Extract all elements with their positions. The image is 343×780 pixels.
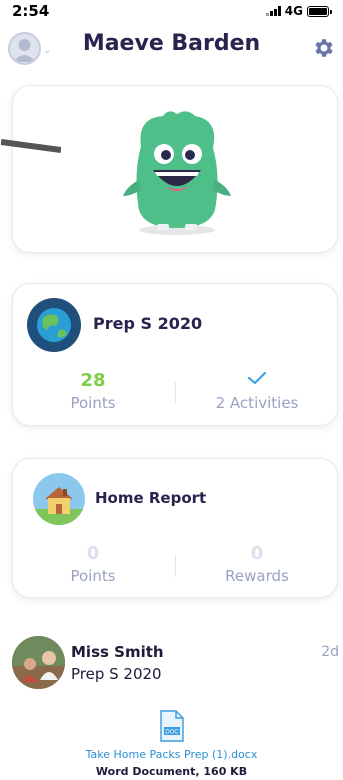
- story-post[interactable]: Miss Smith Prep S 2020 2d: [12, 636, 343, 696]
- home-rewards-stat[interactable]: 0 Rewards: [177, 543, 337, 585]
- home-points-value: 0: [86, 543, 100, 564]
- globe-icon: [27, 298, 81, 352]
- class-points-value: 28: [80, 370, 106, 391]
- class-activities-stat[interactable]: 2 Activities: [177, 370, 337, 412]
- signal-icon: [265, 6, 281, 16]
- stat-divider: [175, 382, 176, 404]
- battery-icon: [307, 5, 332, 17]
- house-icon: [33, 473, 85, 525]
- home-report-card[interactable]: Home Report 0 Points 0 Rewards: [12, 458, 338, 598]
- document-icon: DOC: [159, 710, 184, 742]
- post-author: Miss Smith: [71, 643, 164, 661]
- avatar-card[interactable]: [1, 85, 338, 253]
- tail-shape: [1, 139, 61, 153]
- attachment-file-meta: Word Document, 160 KB: [95, 765, 248, 778]
- class-title: Prep S 2020: [93, 314, 203, 333]
- status-bar: 2:54 4G: [0, 0, 343, 22]
- file-attachment[interactable]: DOC Take Home Packs Prep (1).docx Word D…: [0, 710, 343, 778]
- check-icon: [177, 370, 337, 392]
- header: ⌄ Maeve Barden: [0, 28, 343, 68]
- stat-divider: [175, 555, 176, 577]
- home-rewards-value: 0: [250, 543, 264, 564]
- post-class-name: Prep S 2020: [71, 665, 162, 683]
- status-time: 2:54: [12, 2, 50, 20]
- post-timestamp: 2d: [321, 644, 339, 660]
- attachment-file-name[interactable]: Take Home Packs Prep (1).docx: [0, 748, 343, 761]
- home-points-label: Points: [70, 567, 116, 585]
- gear-icon[interactable]: [311, 36, 335, 60]
- class-points-stat[interactable]: 28 Points: [13, 370, 173, 412]
- class-card[interactable]: Prep S 2020 28 Points 2 Activities: [12, 283, 338, 426]
- page-title: Maeve Barden: [82, 31, 261, 56]
- class-points-label: Points: [70, 394, 116, 412]
- home-report-title: Home Report: [95, 489, 207, 507]
- network-type: 4G: [284, 4, 303, 18]
- class-activities-label: 2 Activities: [215, 394, 299, 412]
- home-rewards-label: Rewards: [225, 567, 289, 585]
- teacher-avatar: [12, 636, 65, 689]
- doc-icon-label: DOC: [165, 729, 179, 735]
- status-indicators: 4G: [265, 4, 332, 18]
- monster-avatar-icon: [123, 111, 231, 235]
- home-points-stat[interactable]: 0 Points: [13, 543, 173, 585]
